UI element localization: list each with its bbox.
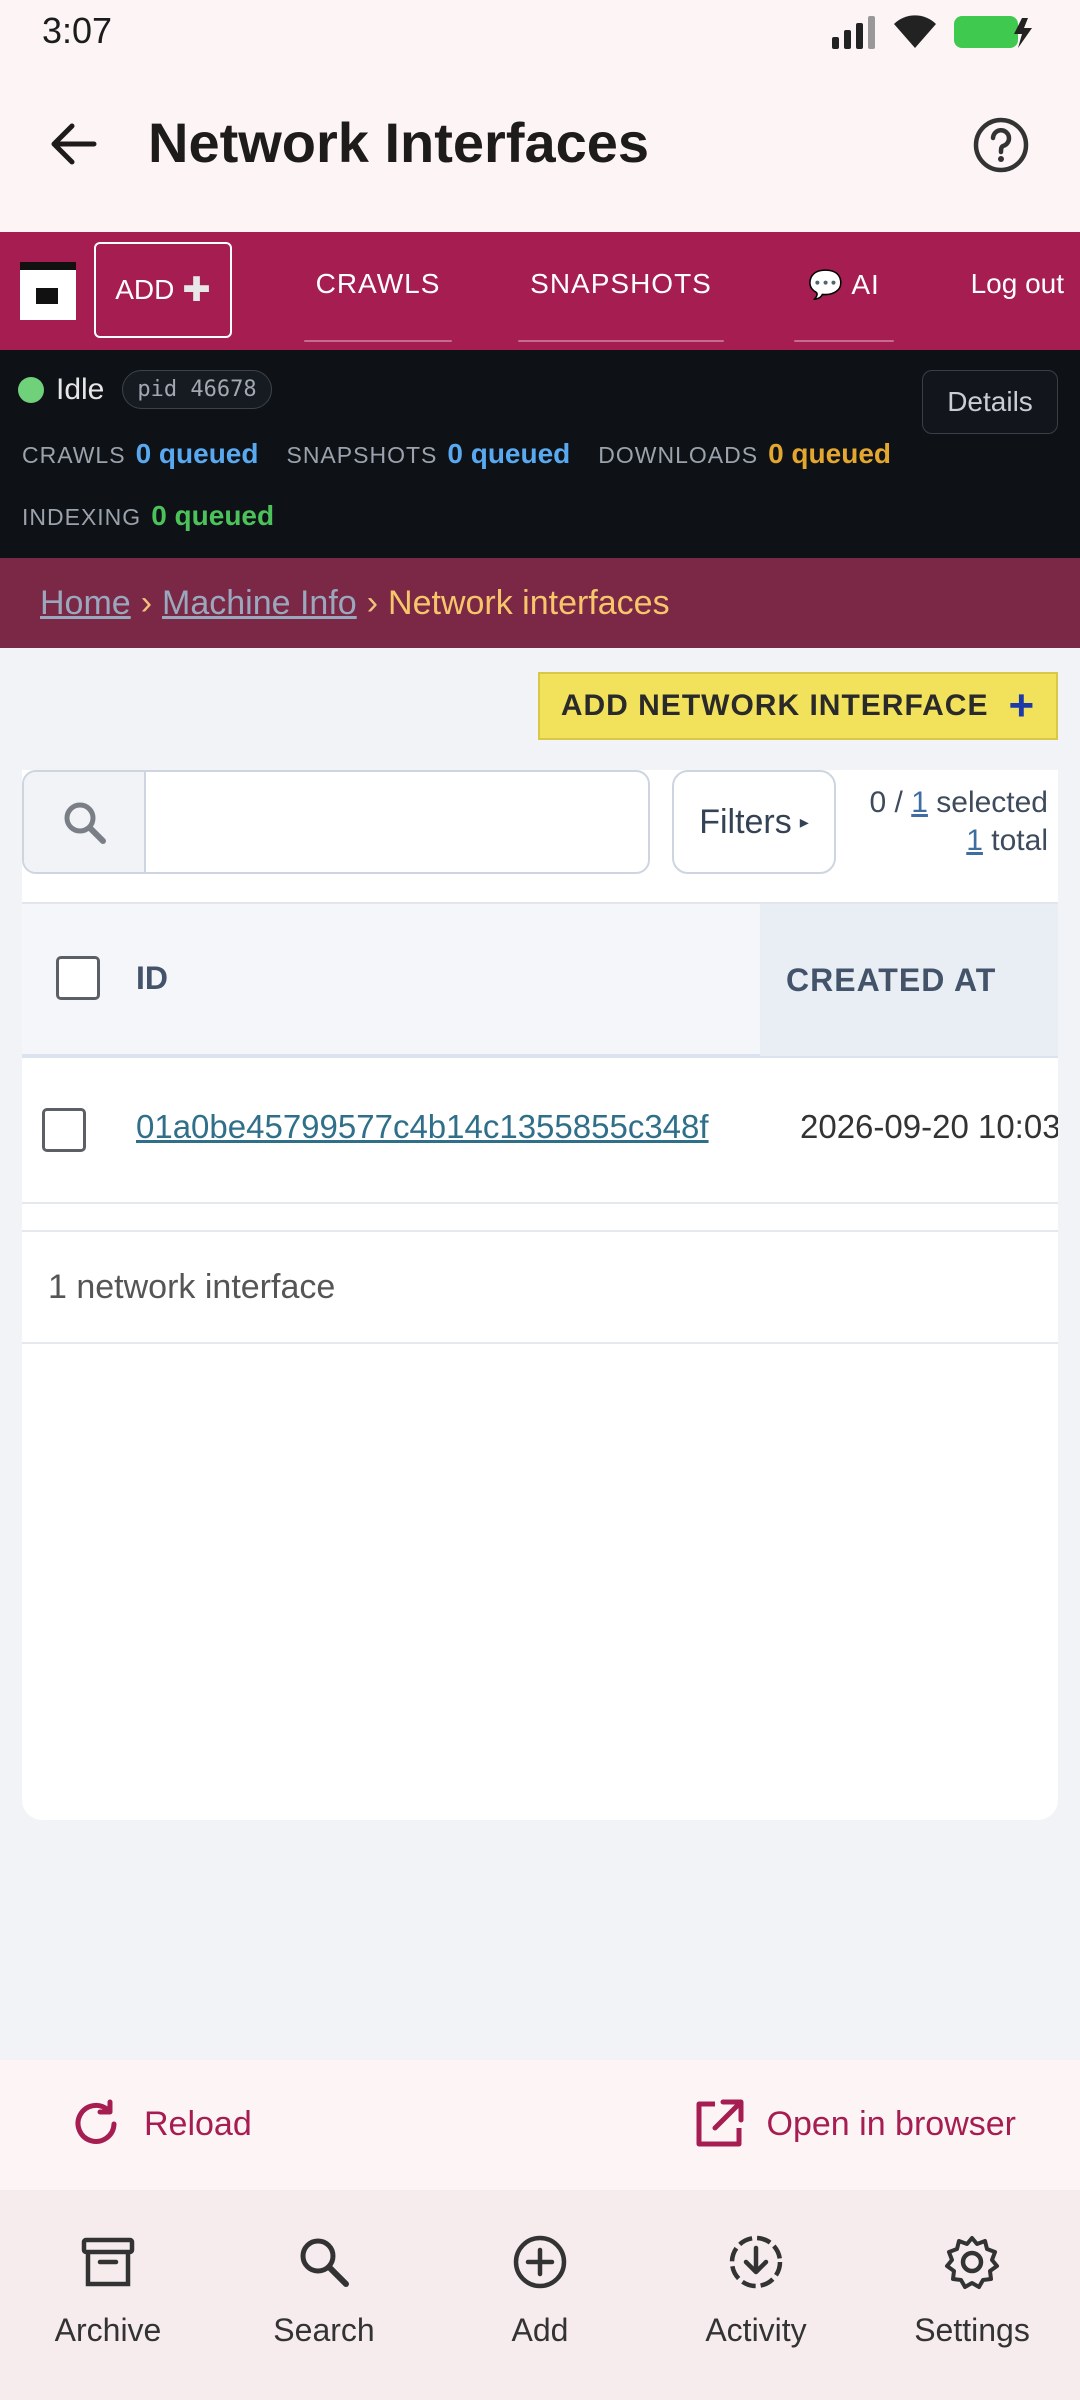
nav-tab-label: SNAPSHOTS [530, 268, 712, 299]
bottom-nav-activity[interactable]: Activity [648, 2190, 864, 2400]
system-icons [830, 12, 1036, 52]
archive-icon [81, 2237, 135, 2287]
settings-icon [945, 2236, 999, 2289]
help-icon[interactable] [972, 116, 1030, 174]
details-button[interactable]: Details [922, 370, 1058, 434]
search-input[interactable] [148, 772, 648, 872]
queue-label: DOWNLOADS [598, 442, 759, 468]
nav-tab-crawls[interactable]: CRAWLS [304, 232, 452, 342]
filters-label: Filters [699, 802, 792, 841]
selected-suffix: selected [927, 786, 1048, 819]
plus-icon: + [1008, 681, 1036, 730]
row-checkbox[interactable] [42, 1108, 86, 1152]
reload-icon [75, 2099, 117, 2144]
selected-count: 0 [869, 786, 887, 819]
breadcrumb-current: Network interfaces [388, 583, 670, 622]
open-in-browser-button[interactable]: Open in browser [693, 2088, 1016, 2160]
plus-icon: ✚ [182, 271, 211, 309]
add-network-interface-button[interactable]: ADD NETWORK INTERFACE + [538, 672, 1058, 740]
selected-total-link[interactable]: 1 [911, 786, 928, 819]
search-icon [300, 2238, 349, 2287]
reload-label: Reload [144, 2104, 252, 2143]
search-box [22, 770, 650, 874]
bottom-nav-label: Archive [54, 2312, 162, 2348]
search-icon[interactable] [24, 772, 146, 872]
queue-value: 0 queued [768, 438, 891, 469]
app-bar: Network Interfaces [0, 64, 1080, 232]
nav-tab-ai[interactable]: 💬 AI [794, 232, 894, 342]
queue-label: SNAPSHOTS [286, 442, 438, 468]
breadcrumb-separator: › [366, 583, 379, 622]
activity-icon [729, 2235, 783, 2289]
tab-underline [794, 340, 894, 342]
bottom-nav-archive[interactable]: Archive [0, 2190, 216, 2400]
column-header-label: CREATED AT [786, 961, 997, 998]
bottom-nav-label: Search [273, 2312, 375, 2348]
table-divider [22, 1204, 1058, 1232]
battery-icon [954, 16, 1032, 48]
breadcrumb-home[interactable]: Home [40, 584, 131, 623]
bottom-nav-search[interactable]: Search [216, 2190, 432, 2400]
arrow-left-icon [51, 123, 97, 165]
reload-button[interactable]: Reload [70, 2088, 252, 2160]
selection-counter: 0 / 1 selected 1 total [870, 784, 1048, 860]
nav-add-button[interactable]: ADD ✚ [94, 242, 232, 338]
worker-state: Idle pid 46678 [18, 370, 272, 409]
worker-status-panel: Idle pid 46678 Details CRAWLS 0 queued S… [0, 350, 1080, 558]
nav-tab-label: CRAWLS [315, 268, 441, 299]
breadcrumb-machine-info[interactable]: Machine Info [162, 584, 357, 623]
row-id-link[interactable]: 01a0be45799577c4b14c1355855c348f [136, 1108, 709, 1146]
queue-value: 0 queued [135, 438, 259, 469]
table-header: ID CREATED AT [22, 902, 1058, 1058]
logout-link[interactable]: Log out [971, 232, 1064, 336]
caret-right-icon: ▸ [799, 811, 809, 832]
breadcrumb-separator: › [140, 583, 153, 622]
total-count-link[interactable]: 1 [966, 824, 983, 857]
select-all-checkbox[interactable] [56, 956, 100, 1000]
total-suffix: total [982, 824, 1048, 857]
open-in-browser-label: Open in browser [766, 2104, 1016, 2143]
signal-icon [832, 16, 875, 49]
tab-underline [304, 340, 452, 342]
bottom-nav-label: Activity [705, 2312, 807, 2348]
bottom-nav-add[interactable]: Add [432, 2190, 648, 2400]
column-header-id[interactable]: ID [136, 960, 168, 997]
nav-tab-snapshots[interactable]: SNAPSHOTS [518, 232, 724, 342]
page-title: Network Interfaces [148, 111, 650, 174]
status-text: Idle [56, 372, 105, 406]
queue-row-2: INDEXING 0 queued [22, 500, 302, 532]
bottom-nav-label: Add [511, 2312, 569, 2348]
status-bar: 3:07 [0, 0, 1080, 64]
queue-value: 0 queued [151, 500, 275, 531]
selected-separator: / [886, 786, 912, 819]
status-dot [18, 376, 44, 403]
table-row: 01a0be45799577c4b14c1355855c348f 2026-09… [22, 1058, 1058, 1204]
pid-badge: pid 46678 [122, 370, 272, 409]
column-header-created-at[interactable]: CREATED AT [760, 904, 1058, 1056]
breadcrumb: Home › Machine Info › Network interfaces [0, 558, 1080, 648]
add-circle-icon [513, 2235, 567, 2289]
filters-button[interactable]: Filters ▸ [672, 770, 836, 874]
status-time: 3:07 [42, 10, 113, 51]
queue-row-1: CRAWLS 0 queued SNAPSHOTS 0 queued DOWNL… [22, 438, 919, 470]
nav-add-label: ADD [115, 274, 175, 305]
bottom-nav-settings[interactable]: Settings [864, 2190, 1080, 2400]
action-bar: Reload Open in browser [0, 2060, 1080, 2190]
wifi-icon [894, 15, 936, 48]
queue-label: INDEXING [22, 504, 142, 530]
top-nav: ADD ✚ CRAWLS SNAPSHOTS 💬 AI Log out [0, 232, 1080, 350]
nav-tab-label: 💬 AI [808, 268, 880, 300]
result-count: 1 network interface [22, 1232, 1058, 1344]
add-network-interface-label: ADD NETWORK INTERFACE [560, 689, 989, 722]
back-button[interactable] [44, 114, 104, 174]
tab-underline [518, 340, 724, 342]
bottom-nav-label: Settings [914, 2312, 1030, 2348]
open-external-icon [696, 2099, 744, 2147]
queue-value: 0 queued [447, 438, 571, 469]
changelist-card: Filters ▸ 0 / 1 selected 1 total ID CREA… [22, 770, 1058, 1820]
archivebox-logo[interactable] [20, 262, 76, 320]
row-created-at: 2026-09-20 10:03 [800, 1108, 1058, 1145]
bottom-nav: Archive Search Add Activity Settings [0, 2190, 1080, 2400]
queue-label: CRAWLS [22, 442, 126, 468]
